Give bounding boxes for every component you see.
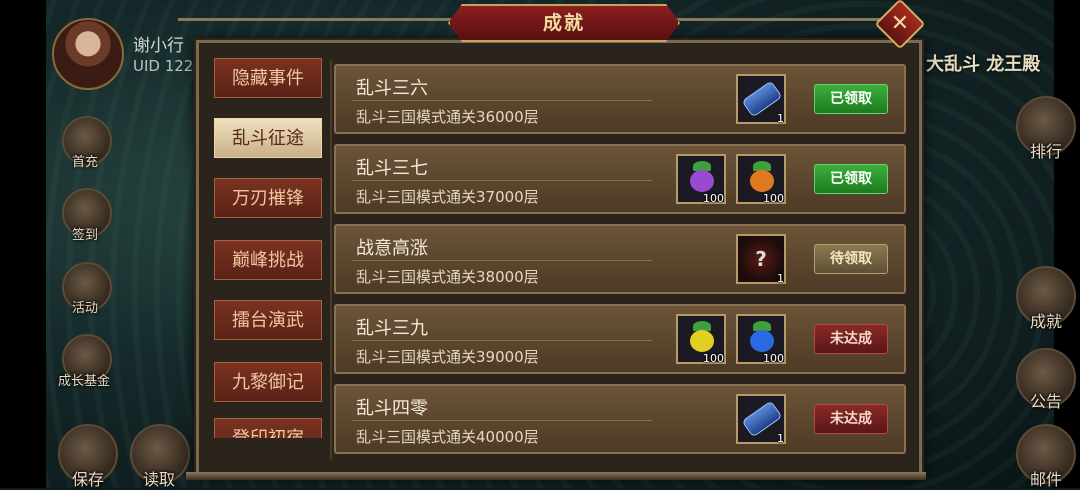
player-name: 谢小行 xyxy=(133,36,184,56)
achievement-name: 乱斗四零 xyxy=(356,398,428,419)
reward-count: 1 xyxy=(777,272,784,285)
not-achieved-badge: 未达成 xyxy=(814,324,888,354)
achievement-desc: 乱斗三国模式通关36000层 xyxy=(356,108,539,126)
reward-item[interactable]: 1 xyxy=(736,394,786,445)
claimed-button[interactable]: 已领取 xyxy=(814,164,888,194)
blue-fruit-icon xyxy=(750,330,774,352)
sign-in-label: 签到 xyxy=(72,228,99,243)
reward-count: 1 xyxy=(777,112,784,125)
player-avatar[interactable] xyxy=(52,18,124,90)
battle-mode-title: 大乱斗 龙王殿 xyxy=(926,54,1041,75)
row-separator xyxy=(352,260,652,261)
yellow-fruit-icon xyxy=(690,330,714,352)
reward-item[interactable]: 100 xyxy=(736,314,786,365)
tab-hidden-events[interactable]: 隐藏事件 xyxy=(214,58,322,98)
achievement-name: 乱斗三六 xyxy=(356,78,428,99)
reward-item[interactable]: 100 xyxy=(736,154,786,205)
reward-item[interactable]: 100 xyxy=(676,154,726,205)
player-uid: UID 1221 xyxy=(133,57,203,75)
reward-count: 100 xyxy=(703,352,724,365)
achievement-name: 乱斗三七 xyxy=(356,158,428,179)
reward-count: 100 xyxy=(763,192,784,205)
achievement-desc: 乱斗三国模式通关39000层 xyxy=(356,348,539,366)
claim-button[interactable]: 待领取 xyxy=(814,244,888,274)
tab-arena-drill[interactable]: 擂台演武 xyxy=(214,300,322,340)
load-label: 读取 xyxy=(143,470,176,489)
row-separator xyxy=(352,340,652,341)
tab-partial-clip: 登印初宿 xyxy=(214,418,322,438)
achievement-row: 乱斗三九 乱斗三国模式通关39000层 100 100 未达成 xyxy=(334,304,906,374)
growth-fund-label: 成长基金 xyxy=(58,374,111,389)
row-separator xyxy=(352,180,652,181)
tab-battle-journey[interactable]: 乱斗征途 xyxy=(214,118,322,158)
achievement-label: 成就 xyxy=(1030,312,1063,331)
screen-edge-left xyxy=(0,0,46,488)
achievement-desc: 乱斗三国模式通关38000层 xyxy=(356,268,539,286)
row-separator xyxy=(352,100,652,101)
reward-count: 100 xyxy=(763,352,784,365)
row-separator xyxy=(352,420,652,421)
ranking-label: 排行 xyxy=(1030,142,1063,161)
reward-count: 1 xyxy=(777,432,784,445)
close-icon[interactable]: ✕ xyxy=(882,6,918,42)
orange-fruit-icon xyxy=(750,170,774,192)
not-achieved-badge: 未达成 xyxy=(814,404,888,434)
dialog-title: 成就 xyxy=(542,12,585,34)
notice-label: 公告 xyxy=(1030,392,1063,411)
claimed-button[interactable]: 已领取 xyxy=(814,84,888,114)
achievement-name: 战意高涨 xyxy=(356,238,428,259)
reward-item[interactable]: ? 1 xyxy=(736,234,786,285)
first-recharge-label: 首充 xyxy=(72,155,99,170)
achievement-row: 乱斗三七 乱斗三国模式通关37000层 100 100 已领取 xyxy=(334,144,906,214)
activity-label: 活动 xyxy=(72,301,99,316)
screen-edge-right xyxy=(1054,0,1080,488)
reward-item[interactable]: 100 xyxy=(676,314,726,365)
reward-count: 100 xyxy=(703,192,724,205)
achievement-row: 乱斗三六 乱斗三国模式通关36000层 1 已领取 xyxy=(334,64,906,134)
mail-label: 邮件 xyxy=(1030,470,1063,489)
tab-partial[interactable]: 登印初宿 xyxy=(214,418,322,438)
achievement-desc: 乱斗三国模式通关40000层 xyxy=(356,428,539,446)
reward-item[interactable]: 1 xyxy=(736,74,786,125)
achievement-name: 乱斗三九 xyxy=(356,318,428,339)
dialog-bottom-border xyxy=(186,472,926,480)
tab-peak-challenge[interactable]: 巅峰挑战 xyxy=(214,240,322,280)
purple-fruit-icon xyxy=(690,170,714,192)
achievement-row: 乱斗四零 乱斗三国模式通关40000层 1 未达成 xyxy=(334,384,906,454)
achievement-row: 战意高涨 乱斗三国模式通关38000层 ? 1 待领取 xyxy=(334,224,906,294)
tab-divider xyxy=(330,60,332,460)
save-label: 保存 xyxy=(72,470,105,489)
tab-jiuli-record[interactable]: 九黎御记 xyxy=(214,362,322,402)
achievement-desc: 乱斗三国模式通关37000层 xyxy=(356,188,539,206)
tab-blade-assault[interactable]: 万刃摧锋 xyxy=(214,178,322,218)
